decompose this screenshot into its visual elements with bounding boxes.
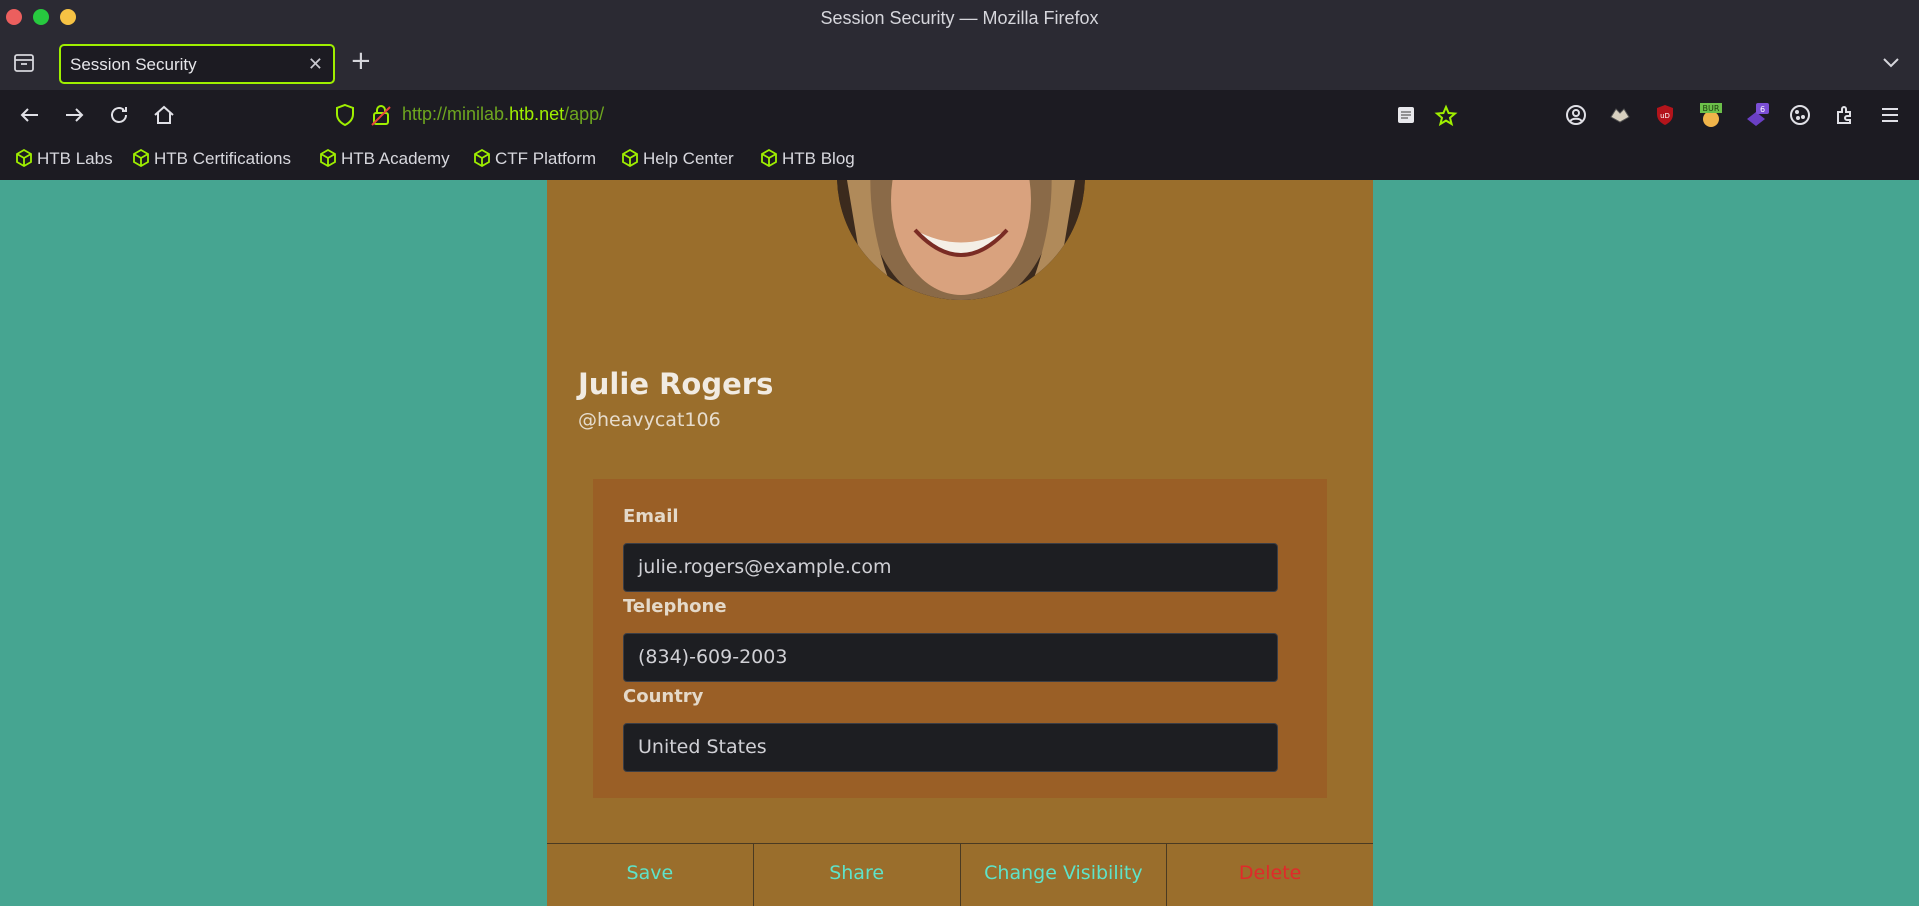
tab-session-security[interactable]: Session Security ✕ <box>59 44 335 84</box>
ublock-origin-icon[interactable]: uD <box>1653 103 1677 127</box>
back-icon[interactable] <box>18 103 42 127</box>
new-tab-button[interactable]: + <box>350 48 372 74</box>
window-title: Session Security — Mozilla Firefox <box>820 8 1099 28</box>
bookmark-star-icon[interactable] <box>1434 104 1458 132</box>
profile-actions: Save Share Change Visibility Delete <box>547 843 1373 906</box>
extensions-puzzle-icon[interactable] <box>1833 103 1857 127</box>
cube-icon <box>474 148 490 168</box>
country-label: Country <box>623 686 704 707</box>
cube-icon <box>622 148 638 168</box>
country-field[interactable]: United States <box>623 723 1278 772</box>
bookmark-help-center[interactable]: Help Center <box>621 148 734 169</box>
insecure-lock-icon[interactable] <box>370 103 392 131</box>
svg-text:6: 6 <box>1760 105 1765 114</box>
reload-icon[interactable] <box>107 103 131 127</box>
profile-name: Julie Rogers <box>578 367 774 401</box>
account-icon[interactable] <box>1564 103 1588 127</box>
home-icon[interactable] <box>152 103 176 127</box>
change-visibility-button[interactable]: Change Visibility <box>961 844 1168 906</box>
svg-text:uD: uD <box>1660 112 1670 120</box>
menu-hamburger-icon[interactable] <box>1878 103 1902 127</box>
email-field[interactable]: julie.rogers@example.com <box>623 543 1278 592</box>
bookmark-htb-blog[interactable]: HTB Blog <box>760 148 855 169</box>
bookmarks-toolbar: HTB Labs HTB Certifications HTB Academy … <box>0 140 1919 180</box>
email-label: Email <box>623 506 679 527</box>
reader-view-icon[interactable] <box>1396 105 1416 129</box>
page-content: Julie Rogers @heavycat106 Email julie.ro… <box>0 180 1919 906</box>
tab-close-icon[interactable]: ✕ <box>308 54 323 75</box>
firefox-view-icon[interactable] <box>12 51 36 75</box>
telephone-label: Telephone <box>623 596 727 617</box>
address-bar[interactable]: http://minilab.htb.net/app/ <box>330 96 1458 134</box>
tracking-protection-shield-icon[interactable] <box>334 103 356 131</box>
cube-icon <box>16 148 32 168</box>
list-all-tabs-icon[interactable] <box>1881 52 1901 76</box>
profile-handle: @heavycat106 <box>578 409 721 431</box>
cube-icon <box>320 148 336 168</box>
delete-button[interactable]: Delete <box>1167 844 1373 906</box>
profile-details-panel: Email julie.rogers@example.com Telephone… <box>593 479 1327 798</box>
title-bar: Session Security — Mozilla Firefox <box>0 0 1919 36</box>
telephone-field[interactable]: (834)-609-2003 <box>623 633 1278 682</box>
profile-avatar <box>837 180 1085 300</box>
bookmark-htb-certifications[interactable]: HTB Certifications <box>132 148 291 169</box>
svg-text:BUR: BUR <box>1703 104 1720 113</box>
cookie-icon[interactable] <box>1788 103 1812 127</box>
save-button[interactable]: Save <box>547 844 754 906</box>
cube-icon <box>133 148 149 168</box>
extension-badge-icon[interactable]: 6 <box>1744 103 1769 127</box>
cube-icon <box>761 148 777 168</box>
navigation-bar: http://minilab.htb.net/app/ uD BUR 6 <box>0 90 1919 140</box>
extension-fox-icon[interactable] <box>1608 103 1632 127</box>
forward-icon[interactable] <box>62 103 86 127</box>
share-button[interactable]: Share <box>754 844 961 906</box>
burp-proxy-icon[interactable]: BUR <box>1698 103 1722 127</box>
profile-card: Julie Rogers @heavycat106 Email julie.ro… <box>547 180 1373 906</box>
tab-strip: Session Security ✕ + <box>0 36 1919 90</box>
bookmark-htb-labs[interactable]: HTB Labs <box>15 148 113 169</box>
bookmark-ctf-platform[interactable]: CTF Platform <box>473 148 596 169</box>
tab-title: Session Security <box>70 55 197 74</box>
url-text[interactable]: http://minilab.htb.net/app/ <box>402 104 604 125</box>
bookmark-htb-academy[interactable]: HTB Academy <box>319 148 450 169</box>
